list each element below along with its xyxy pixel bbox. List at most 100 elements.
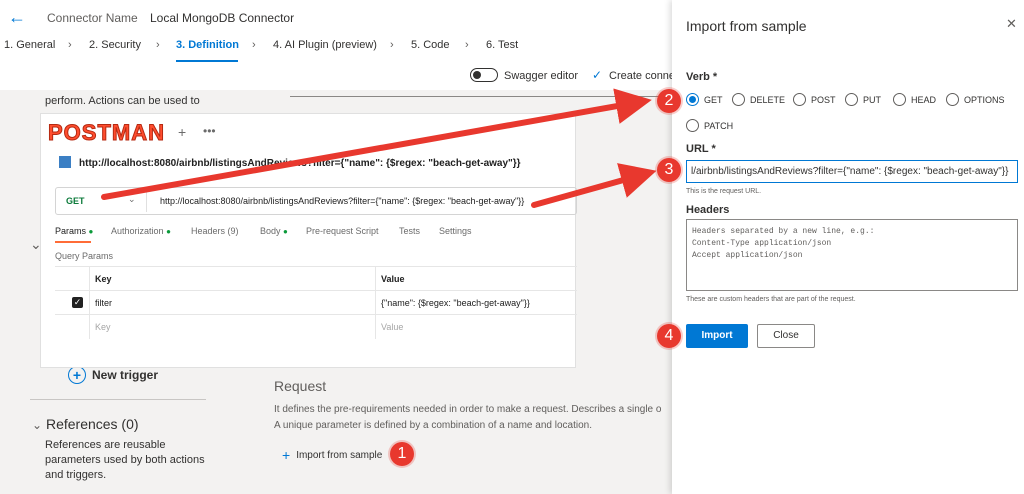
request-url-input[interactable]: http://localhost:8080/airbnb/listingsAnd… [160,196,524,206]
tab-settings[interactable]: Settings [439,226,472,236]
divider [146,190,147,212]
tab-params[interactable]: Params ● [55,226,93,236]
active-dot-icon: ● [166,227,171,236]
headers-hint: These are custom headers that are part o… [686,296,856,303]
panel-title: Import from sample [686,18,807,34]
column-header-value: Value [381,274,405,284]
radio-label: GET [704,94,723,105]
new-trigger-button[interactable]: + New trigger [68,366,158,384]
step-security[interactable]: 2. Security [89,39,141,51]
import-button[interactable]: Import [686,324,748,348]
new-trigger-label: New trigger [92,368,159,382]
tab-body[interactable]: Body ● [260,226,288,236]
postman-logo: POSTMAN [48,120,165,146]
param-key-cell[interactable]: filter [95,298,112,308]
table-header-row: Key Value [55,266,577,291]
radio-icon [732,93,745,106]
verb-radio-delete[interactable]: DELETE [732,93,785,106]
radio-label: PATCH [704,120,734,131]
chevron-right-icon: › [156,39,160,51]
import-from-sample-button[interactable]: + Import from sample [282,447,382,463]
request-description-line-2: A unique parameter is defined by a combi… [274,420,592,431]
references-title: References (0) [45,416,139,432]
headers-textarea[interactable]: Headers separated by a new line, e.g.: C… [686,219,1018,291]
chevron-right-icon: › [252,39,256,51]
step-code[interactable]: 5. Code [411,39,450,51]
verb-radio-get[interactable]: GET [686,93,723,106]
verb-label: Verb * [686,71,718,83]
param-enabled-checkbox[interactable]: ✓ [72,297,83,308]
step-test[interactable]: 6. Test [486,39,518,51]
active-step-underline [176,60,238,62]
callout-badge: 1 [390,442,414,466]
radio-icon [946,93,959,106]
query-params-label: Query Params [55,251,114,261]
active-dot-icon: ● [88,227,94,236]
radio-label: DELETE [750,94,786,105]
step-definition[interactable]: 3. Definition [176,39,239,51]
method-select[interactable]: GET [66,196,85,206]
callout-badge: 4 [657,324,681,348]
definition-toolbar: Swagger editor ✓ Create connec [0,64,681,90]
divider [89,315,90,339]
divider [375,291,376,315]
plus-circle-icon: + [68,366,86,384]
radio-icon [686,119,699,132]
table-row: Key Value [55,314,577,339]
import-from-sample-label: Import from sample [296,449,383,461]
url-input[interactable]: l/airbnb/listingsAndReviews?filter={"nam… [686,160,1018,183]
request-bar: GET ⌄ http://localhost:8080/airbnb/listi… [55,187,577,215]
divider [89,291,90,315]
chevron-right-icon: › [68,39,72,51]
postman-screenshot: POSTMAN + ••• http://localhost:8080/airb… [40,113,577,368]
step-ai-plugin[interactable]: 4. AI Plugin (preview) [273,39,377,51]
divider [375,267,376,291]
close-button[interactable]: Close [757,324,815,348]
chevron-down-icon: ⌄ [128,194,136,204]
back-arrow-icon[interactable]: ← [8,8,26,26]
divider [375,315,376,339]
more-options-icon[interactable]: ••• [203,124,216,138]
new-tab-icon[interactable]: + [178,124,186,140]
create-connector-button[interactable]: Create connec [609,70,681,82]
radio-label: POST [811,94,836,105]
actions-description: perform. Actions can be used to [45,95,200,107]
tab-label: Body [260,226,281,236]
tab-pre-request-script[interactable]: Pre-request Script [306,226,379,236]
swagger-editor-toggle[interactable] [470,68,498,82]
radio-selected-icon [686,93,699,106]
tab-tests[interactable]: Tests [399,226,420,236]
callout-badge: 3 [657,158,681,182]
param-key-placeholder[interactable]: Key [95,322,111,332]
close-icon[interactable]: ✕ [1006,16,1017,32]
divider [290,96,672,97]
tab-label: Authorization [111,226,164,236]
verb-radio-post[interactable]: POST [793,93,836,106]
verb-radio-put[interactable]: PUT [845,93,881,106]
references-header[interactable]: ⌄ References (0) [32,416,139,432]
tab-authorization[interactable]: Authorization ● [111,226,171,236]
wizard-steps: 1. General › 2. Security › 3. Definition… [0,36,672,64]
tab-headers[interactable]: Headers (9) [191,226,239,236]
connector-name-value[interactable]: Local MongoDB Connector [150,11,294,25]
references-description: References are reusable parameters used … [45,439,205,481]
param-value-placeholder[interactable]: Value [381,322,403,332]
request-section-title: Request [274,378,327,394]
active-dot-icon: ● [283,227,288,236]
verb-radio-patch[interactable]: PATCH [686,119,733,132]
table-row: ✓ filter {"name": {$regex: "beach-get-aw… [55,290,577,315]
param-value-cell[interactable]: {"name": {$regex: "beach-get-away"}} [381,298,530,308]
radio-label: PUT [863,94,881,105]
chevron-down-icon: ⌄ [32,418,43,432]
chevron-right-icon: › [465,39,469,51]
verb-radio-head[interactable]: HEAD [893,93,936,106]
radio-icon [845,93,858,106]
radio-label: OPTIONS [964,94,1005,105]
active-tab-underline [55,241,91,243]
url-label: URL * [686,143,716,155]
swagger-editor-label: Swagger editor [504,70,578,82]
http-request-icon [59,156,71,168]
verb-radio-options[interactable]: OPTIONS [946,93,1005,106]
divider [30,399,206,400]
step-general[interactable]: 1. General [4,39,55,51]
